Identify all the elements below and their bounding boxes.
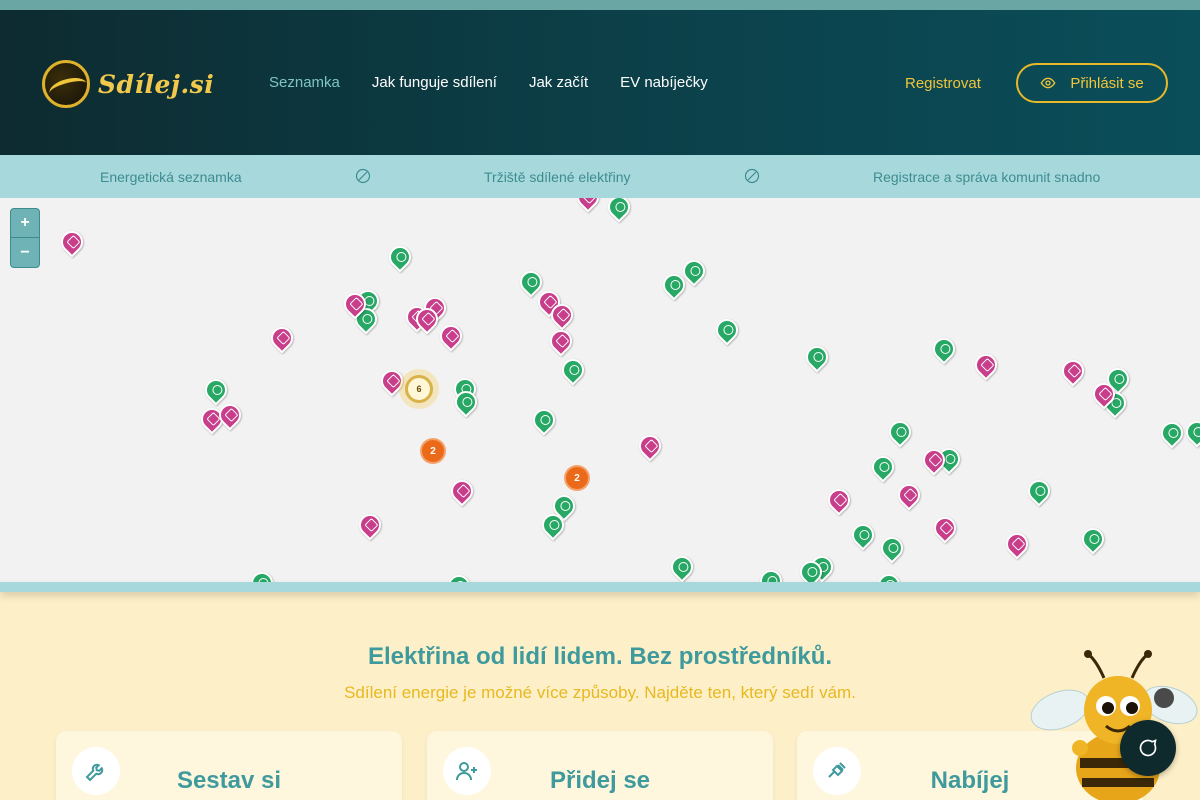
- bee-mascot-image: [1030, 650, 1198, 800]
- solar-pin[interactable]: [443, 570, 475, 582]
- register-link[interactable]: Registrovat: [905, 75, 981, 92]
- nav-jak-funguje-sdileni[interactable]: Jak funguje sdílení: [372, 74, 497, 91]
- logo-text: Sdílej.si: [98, 69, 215, 99]
- eye-icon: [1040, 77, 1056, 89]
- login-button[interactable]: Přihlásit se: [1016, 63, 1168, 103]
- site-header: Sdílej.si Seznamka Jak funguje sdílení J…: [0, 10, 1200, 155]
- zoom-out-button[interactable]: −: [11, 238, 39, 267]
- chat-button[interactable]: [1120, 720, 1176, 776]
- feature-energeticka-seznamka: Energetická seznamka: [100, 169, 242, 185]
- nav-ev-nabijecky[interactable]: EV nabíječky: [620, 74, 708, 91]
- energy-map[interactable]: 2 2: [0, 198, 1200, 582]
- sun-cluster[interactable]: 6: [405, 375, 433, 403]
- nav-jak-zacit[interactable]: Jak začít: [529, 74, 588, 91]
- card-title: Sestav si: [176, 767, 282, 794]
- consumer-pin[interactable]: [376, 365, 408, 397]
- chat-icon: [1139, 739, 1157, 757]
- card-sestav-si[interactable]: Sestav si: [56, 731, 402, 800]
- consumer-pin[interactable]: [572, 198, 604, 213]
- solar-pin[interactable]: [666, 551, 698, 582]
- solar-pin[interactable]: [1077, 523, 1109, 555]
- consumer-pin[interactable]: [893, 479, 925, 511]
- consumer-pin[interactable]: [634, 430, 666, 462]
- solar-pin[interactable]: [603, 198, 635, 223]
- consumer-pin[interactable]: [1001, 528, 1033, 560]
- logo-icon: [42, 60, 90, 108]
- feature-bar: Energetická seznamka Tržiště sdílené ele…: [0, 155, 1200, 198]
- main-nav: Seznamka Jak funguje sdílení Jak začít E…: [269, 74, 708, 91]
- solar-pin[interactable]: [711, 314, 743, 346]
- solar-pin[interactable]: [1156, 417, 1188, 449]
- solar-pin[interactable]: [755, 565, 787, 582]
- logo[interactable]: Sdílej.si: [42, 60, 214, 108]
- zoom-control: + −: [10, 208, 40, 268]
- consumer-pin[interactable]: [823, 484, 855, 516]
- solar-pin[interactable]: [876, 532, 908, 564]
- map-bottom-border: [0, 582, 1200, 592]
- solar-pin[interactable]: [200, 374, 232, 406]
- consumer-pin[interactable]: [446, 475, 478, 507]
- consumer-pin[interactable]: [56, 226, 88, 258]
- consumer-pin[interactable]: [354, 509, 386, 541]
- consumer-pin[interactable]: [545, 325, 577, 357]
- solar-pin[interactable]: [847, 519, 879, 551]
- consumer-pin[interactable]: [435, 320, 467, 352]
- solar-pin[interactable]: [384, 241, 416, 273]
- leaf-icon: [744, 168, 760, 184]
- nav-seznamka[interactable]: Seznamka: [269, 74, 340, 91]
- section-title: Elektřina od lidí lidem. Bez prostředník…: [367, 643, 833, 670]
- map-cluster[interactable]: 2: [422, 440, 444, 462]
- solar-pin[interactable]: [1181, 416, 1200, 448]
- zoom-in-button[interactable]: +: [11, 209, 39, 238]
- card-title: Přidej se: [549, 767, 651, 794]
- solar-pin[interactable]: [884, 416, 916, 448]
- login-label: Přihlásit se: [1070, 74, 1144, 92]
- consumer-pin[interactable]: [929, 512, 961, 544]
- solar-pin[interactable]: [928, 333, 960, 365]
- consumer-pin[interactable]: [266, 322, 298, 354]
- section-subtitle: Sdílení energie je možné více způsoby. N…: [344, 683, 856, 702]
- consumer-pin[interactable]: [970, 349, 1002, 381]
- map-cluster[interactable]: 2: [566, 467, 588, 489]
- feature-registrace-komunit: Registrace a správa komunit snadno: [873, 169, 1101, 185]
- top-strip: [0, 0, 1200, 10]
- card-pridej-se[interactable]: Přidej se: [427, 731, 773, 800]
- feature-trziste: Tržiště sdílené elektřiny: [484, 169, 631, 185]
- leaf-icon: [355, 168, 371, 184]
- solar-pin[interactable]: [528, 404, 560, 436]
- solar-pin[interactable]: [1023, 475, 1055, 507]
- solar-pin[interactable]: [867, 451, 899, 483]
- solar-pin[interactable]: [873, 569, 905, 582]
- solar-pin[interactable]: [246, 567, 278, 582]
- solar-pin[interactable]: [801, 341, 833, 373]
- solar-pin[interactable]: [557, 354, 589, 386]
- consumer-pin[interactable]: [1057, 355, 1089, 387]
